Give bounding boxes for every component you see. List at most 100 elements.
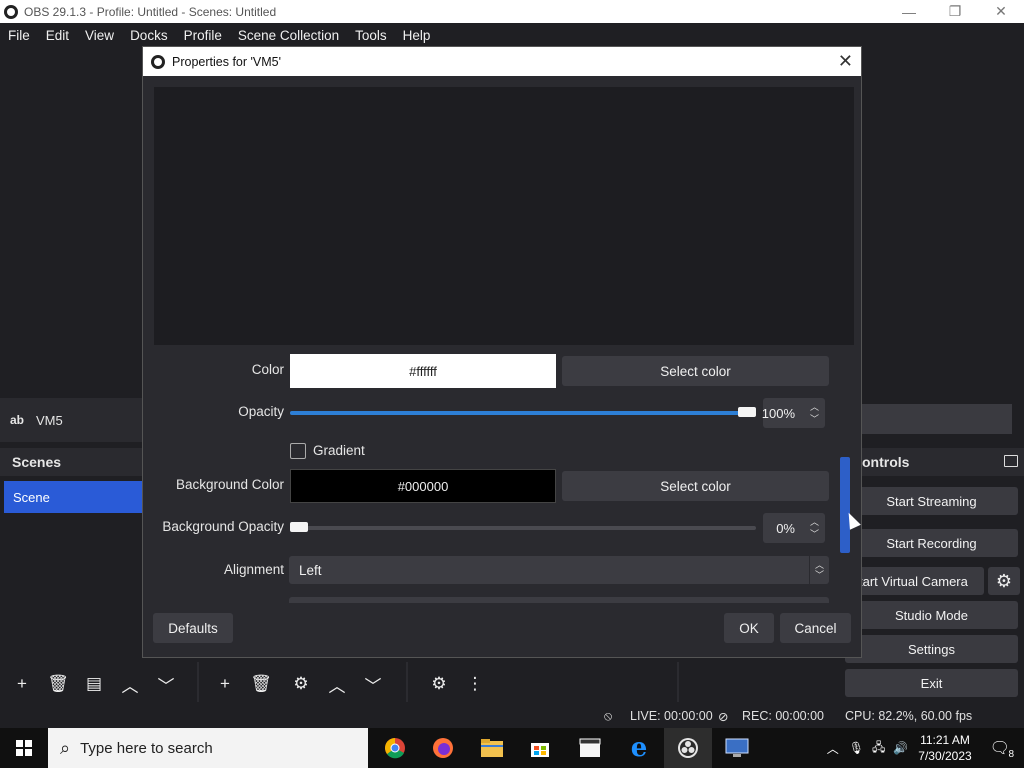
menu-file[interactable]: File — [0, 28, 38, 43]
select-arrows-icon: ︿ ﹀ — [809, 556, 829, 584]
dialog-titlebar: Properties for 'VM5' ✕ — [143, 47, 861, 76]
background-opacity-value: 0% — [776, 520, 795, 536]
add-scene-icon[interactable]: + — [4, 670, 40, 698]
remove-scene-icon[interactable]: 🗑 — [40, 670, 76, 698]
status-bar: ⦸ LIVE: 00:00:00 ⊘ REC: 00:00:00 CPU: 82… — [0, 704, 1024, 728]
sources-toolbar: + 🗑 ⚙ ︿ ﹀ — [207, 666, 391, 702]
move-scene-down-icon[interactable]: ﹀ — [148, 670, 184, 698]
live-status-icon: ⦸ — [604, 709, 613, 723]
taskbar-search-box[interactable]: ⌕ Type here to search — [48, 728, 368, 768]
start-streaming-button[interactable]: Start Streaming — [845, 487, 1018, 515]
move-source-down-icon[interactable]: ﹀ — [355, 670, 391, 698]
microsoft-store-icon[interactable] — [516, 728, 564, 768]
source-properties-gear-icon[interactable]: ⚙ — [283, 670, 319, 698]
properties-dialog: Properties for 'VM5' ✕ Color #ffffff Sel… — [142, 46, 862, 658]
dialog-close-icon[interactable]: ✕ — [838, 51, 853, 72]
select-background-color-button[interactable]: Select color — [562, 471, 829, 501]
spin-arrows-icon[interactable]: ︿ ﹀ — [810, 516, 819, 540]
clapperboard-app-icon[interactable] — [566, 728, 614, 768]
windows-taskbar: ⌕ Type here to search e ︿ 🎙 🖧 🔊 11:21 AM… — [0, 728, 1024, 768]
menu-view[interactable]: View — [77, 28, 122, 43]
show-hidden-icons-icon[interactable]: ︿ — [827, 740, 839, 757]
background-opacity-label: Background Opacity — [162, 519, 284, 534]
cancel-button[interactable]: Cancel — [780, 613, 851, 643]
notifications-icon[interactable]: 🗨 8 — [990, 738, 1014, 760]
more-options-icon[interactable]: ⋮ — [457, 670, 493, 698]
audio-settings-gear-icon[interactable]: ⚙ — [421, 670, 457, 698]
minimize-icon[interactable]: — — [886, 0, 932, 23]
ok-button[interactable]: OK — [724, 613, 774, 643]
chrome-icon[interactable] — [371, 728, 419, 768]
maximize-icon[interactable]: ❐ — [932, 0, 978, 23]
cpu-fps-readout: CPU: 82.2%, 60.00 fps — [845, 709, 973, 723]
gradient-label: Gradient — [313, 443, 365, 458]
obs-taskbar-icon[interactable] — [664, 728, 712, 768]
microphone-icon[interactable]: 🎙 — [849, 741, 864, 755]
menu-scene-collection[interactable]: Scene Collection — [230, 28, 347, 43]
settings-button[interactable]: Settings — [845, 635, 1018, 663]
move-source-up-icon[interactable]: ︿ — [319, 670, 355, 698]
background-opacity-slider[interactable] — [290, 522, 756, 532]
source-preview — [154, 87, 854, 345]
defaults-button[interactable]: Defaults — [153, 613, 233, 643]
add-source-icon[interactable]: + — [207, 670, 243, 698]
selected-source-bar[interactable]: ab VM5 — [0, 398, 142, 442]
start-button[interactable] — [0, 728, 48, 768]
close-icon[interactable]: ✕ — [978, 0, 1024, 23]
dialog-title: Properties for 'VM5' — [172, 54, 281, 69]
search-icon: ⌕ — [60, 737, 71, 758]
taskbar-clock[interactable]: 11:21 AM 7/30/2023 — [918, 732, 971, 764]
color-swatch: #ffffff — [290, 354, 556, 388]
network-icon[interactable]: 🖧 — [872, 738, 885, 759]
move-scene-up-icon[interactable]: ︿ — [112, 670, 148, 698]
alignment-select[interactable]: Left ︿ ﹀ — [289, 556, 829, 584]
studio-mode-button[interactable]: Studio Mode — [845, 601, 1018, 629]
clock-date: 7/30/2023 — [918, 749, 972, 763]
remote-desktop-icon[interactable] — [713, 728, 761, 768]
start-recording-button[interactable]: Start Recording — [845, 529, 1018, 557]
opacity-slider[interactable] — [290, 407, 756, 417]
virtual-camera-settings-gear-icon[interactable]: ⚙ — [988, 567, 1020, 595]
window-controls: — ❐ ✕ — [886, 0, 1024, 23]
menu-bar: File Edit View Docks Profile Scene Colle… — [0, 23, 1024, 47]
source-toolbar-right — [862, 404, 1012, 434]
start-virtual-camera-button[interactable]: tart Virtual Camerа — [845, 567, 984, 595]
menu-edit[interactable]: Edit — [38, 28, 77, 43]
rec-status-icon: ⊘ — [718, 710, 729, 724]
opacity-value: 100% — [761, 405, 795, 421]
toolbar-divider — [677, 662, 679, 702]
alignment-label: Alignment — [223, 562, 284, 577]
menu-profile[interactable]: Profile — [176, 28, 230, 43]
properties-scrollbar[interactable] — [840, 457, 850, 553]
undock-icon[interactable] — [1004, 455, 1018, 467]
clock-time: 11:21 AM — [920, 733, 970, 747]
select-color-button[interactable]: Select color — [562, 356, 829, 386]
scene-list-item[interactable]: Scene — [4, 481, 142, 513]
next-property-field[interactable] — [289, 597, 829, 603]
rec-timer: REC: 00:00:00 — [742, 709, 824, 723]
volume-icon[interactable]: 🔊 — [893, 741, 908, 755]
alignment-value: Left — [299, 562, 322, 578]
menu-tools[interactable]: Tools — [347, 28, 395, 43]
menu-docks[interactable]: Docks — [122, 28, 176, 43]
background-color-swatch: #000000 — [290, 469, 556, 503]
text-source-icon: ab — [10, 413, 25, 427]
toolbar-divider — [197, 662, 199, 702]
remove-source-icon[interactable]: 🗑 — [243, 670, 279, 698]
opacity-slider-handle[interactable] — [738, 407, 756, 417]
scene-filters-icon[interactable]: ▤ — [76, 670, 112, 698]
firefox-icon[interactable] — [419, 728, 467, 768]
live-timer: LIVE: 00:00:00 — [630, 709, 713, 723]
background-opacity-spinbox[interactable]: 0% ︿ ﹀ — [763, 513, 825, 543]
background-opacity-slider-handle[interactable] — [290, 522, 308, 532]
exit-button[interactable]: Exit — [845, 669, 1018, 697]
internet-explorer-icon[interactable]: e — [615, 728, 663, 768]
gradient-checkbox[interactable] — [290, 443, 306, 459]
windows-logo-icon — [16, 740, 32, 756]
spin-arrows-icon[interactable]: ︿ ﹀ — [810, 401, 819, 425]
source-name: VM5 — [36, 412, 63, 428]
scenes-header: Scenes — [0, 448, 142, 476]
file-explorer-icon[interactable] — [468, 728, 516, 768]
opacity-spinbox[interactable]: 100% ︿ ﹀ — [761, 398, 825, 428]
menu-help[interactable]: Help — [395, 28, 439, 43]
